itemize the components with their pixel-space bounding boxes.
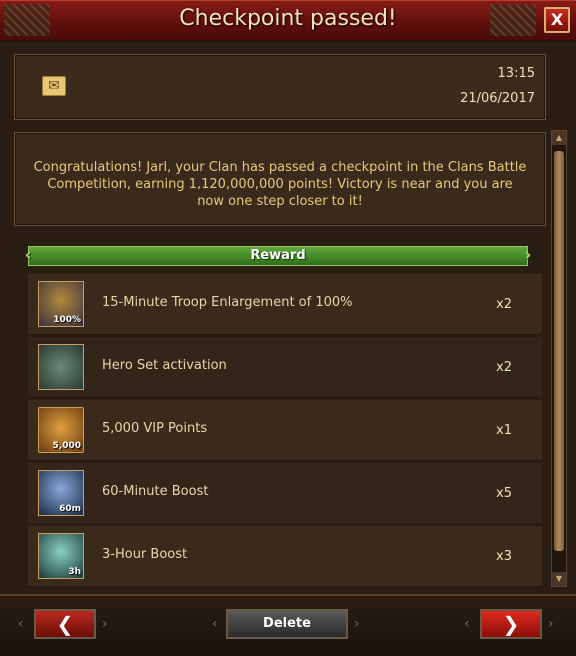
reward-header: ‹ Reward › [25, 246, 531, 266]
hero-set-icon[interactable] [38, 344, 84, 390]
title-bar: Checkpoint passed! X [0, 0, 576, 42]
mail-header: ✉ 13:15 21/06/2017 [14, 54, 546, 120]
close-button[interactable]: X [544, 7, 570, 33]
reward-header-label: Reward [250, 248, 306, 263]
mail-date: 21/06/2017 [460, 91, 535, 106]
hourglass-boost-icon[interactable]: 60m [38, 470, 84, 516]
reward-quantity: x5 [496, 486, 512, 501]
chevron-left-icon: ‹ [24, 245, 32, 264]
next-button[interactable]: ❯ [480, 609, 542, 639]
scrollbar[interactable]: ▲ ▼ [551, 130, 567, 587]
reward-row: 3h 3-Hour Boost x3 [28, 526, 542, 587]
scroll-up-arrow-icon[interactable]: ▲ [552, 131, 566, 145]
item-badge: 5,000 [52, 441, 81, 451]
item-badge: 3h [68, 567, 81, 577]
chevron-right-icon: › [102, 616, 108, 632]
reward-row: Hero Set activation x2 [28, 337, 542, 398]
reward-name: Hero Set activation [102, 358, 227, 373]
chevron-left-icon: ‹ [464, 616, 470, 632]
reward-row: 100% 15-Minute Troop Enlargement of 100%… [28, 274, 542, 335]
hourglass-boost-icon[interactable]: 3h [38, 533, 84, 579]
reward-quantity: x1 [496, 423, 512, 438]
item-badge: 100% [53, 315, 81, 325]
reward-name: 5,000 VIP Points [102, 421, 208, 436]
footer-bar: ‹ ❮ › ‹ Delete › ‹ ❯ › [0, 594, 576, 656]
message-text: Congratulations! Jarl, your Clan has pas… [33, 160, 527, 209]
scroll-down-arrow-icon[interactable]: ▼ [552, 572, 566, 586]
message-panel: Congratulations! Jarl, your Clan has pas… [14, 132, 546, 226]
previous-button[interactable]: ❮ [34, 609, 96, 639]
reward-name: 15-Minute Troop Enlargement of 100% [102, 295, 353, 310]
envelope-icon: ✉ [42, 76, 66, 96]
chevron-left-icon: ‹ [212, 616, 218, 632]
chevron-right-icon: › [354, 616, 360, 632]
delete-button[interactable]: Delete [226, 609, 348, 639]
reward-list: 100% 15-Minute Troop Enlargement of 100%… [28, 274, 542, 589]
reward-name: 3-Hour Boost [102, 547, 188, 562]
reward-name: 60-Minute Boost [102, 484, 209, 499]
reward-quantity: x2 [496, 360, 512, 375]
vip-points-icon[interactable]: 5,000 [38, 407, 84, 453]
mail-time: 13:15 [497, 66, 535, 81]
reward-quantity: x3 [496, 549, 512, 564]
chevron-right-icon: › [524, 245, 532, 264]
chevron-right-icon: › [548, 616, 554, 632]
troop-enlargement-icon[interactable]: 100% [38, 281, 84, 327]
reward-row: 60m 60-Minute Boost x5 [28, 463, 542, 524]
window-title: Checkpoint passed! [179, 6, 397, 31]
scroll-thumb[interactable] [554, 151, 564, 551]
item-badge: 60m [59, 504, 81, 514]
chevron-left-icon: ‹ [18, 616, 24, 632]
reward-row: 5,000 5,000 VIP Points x1 [28, 400, 542, 461]
reward-quantity: x2 [496, 297, 512, 312]
